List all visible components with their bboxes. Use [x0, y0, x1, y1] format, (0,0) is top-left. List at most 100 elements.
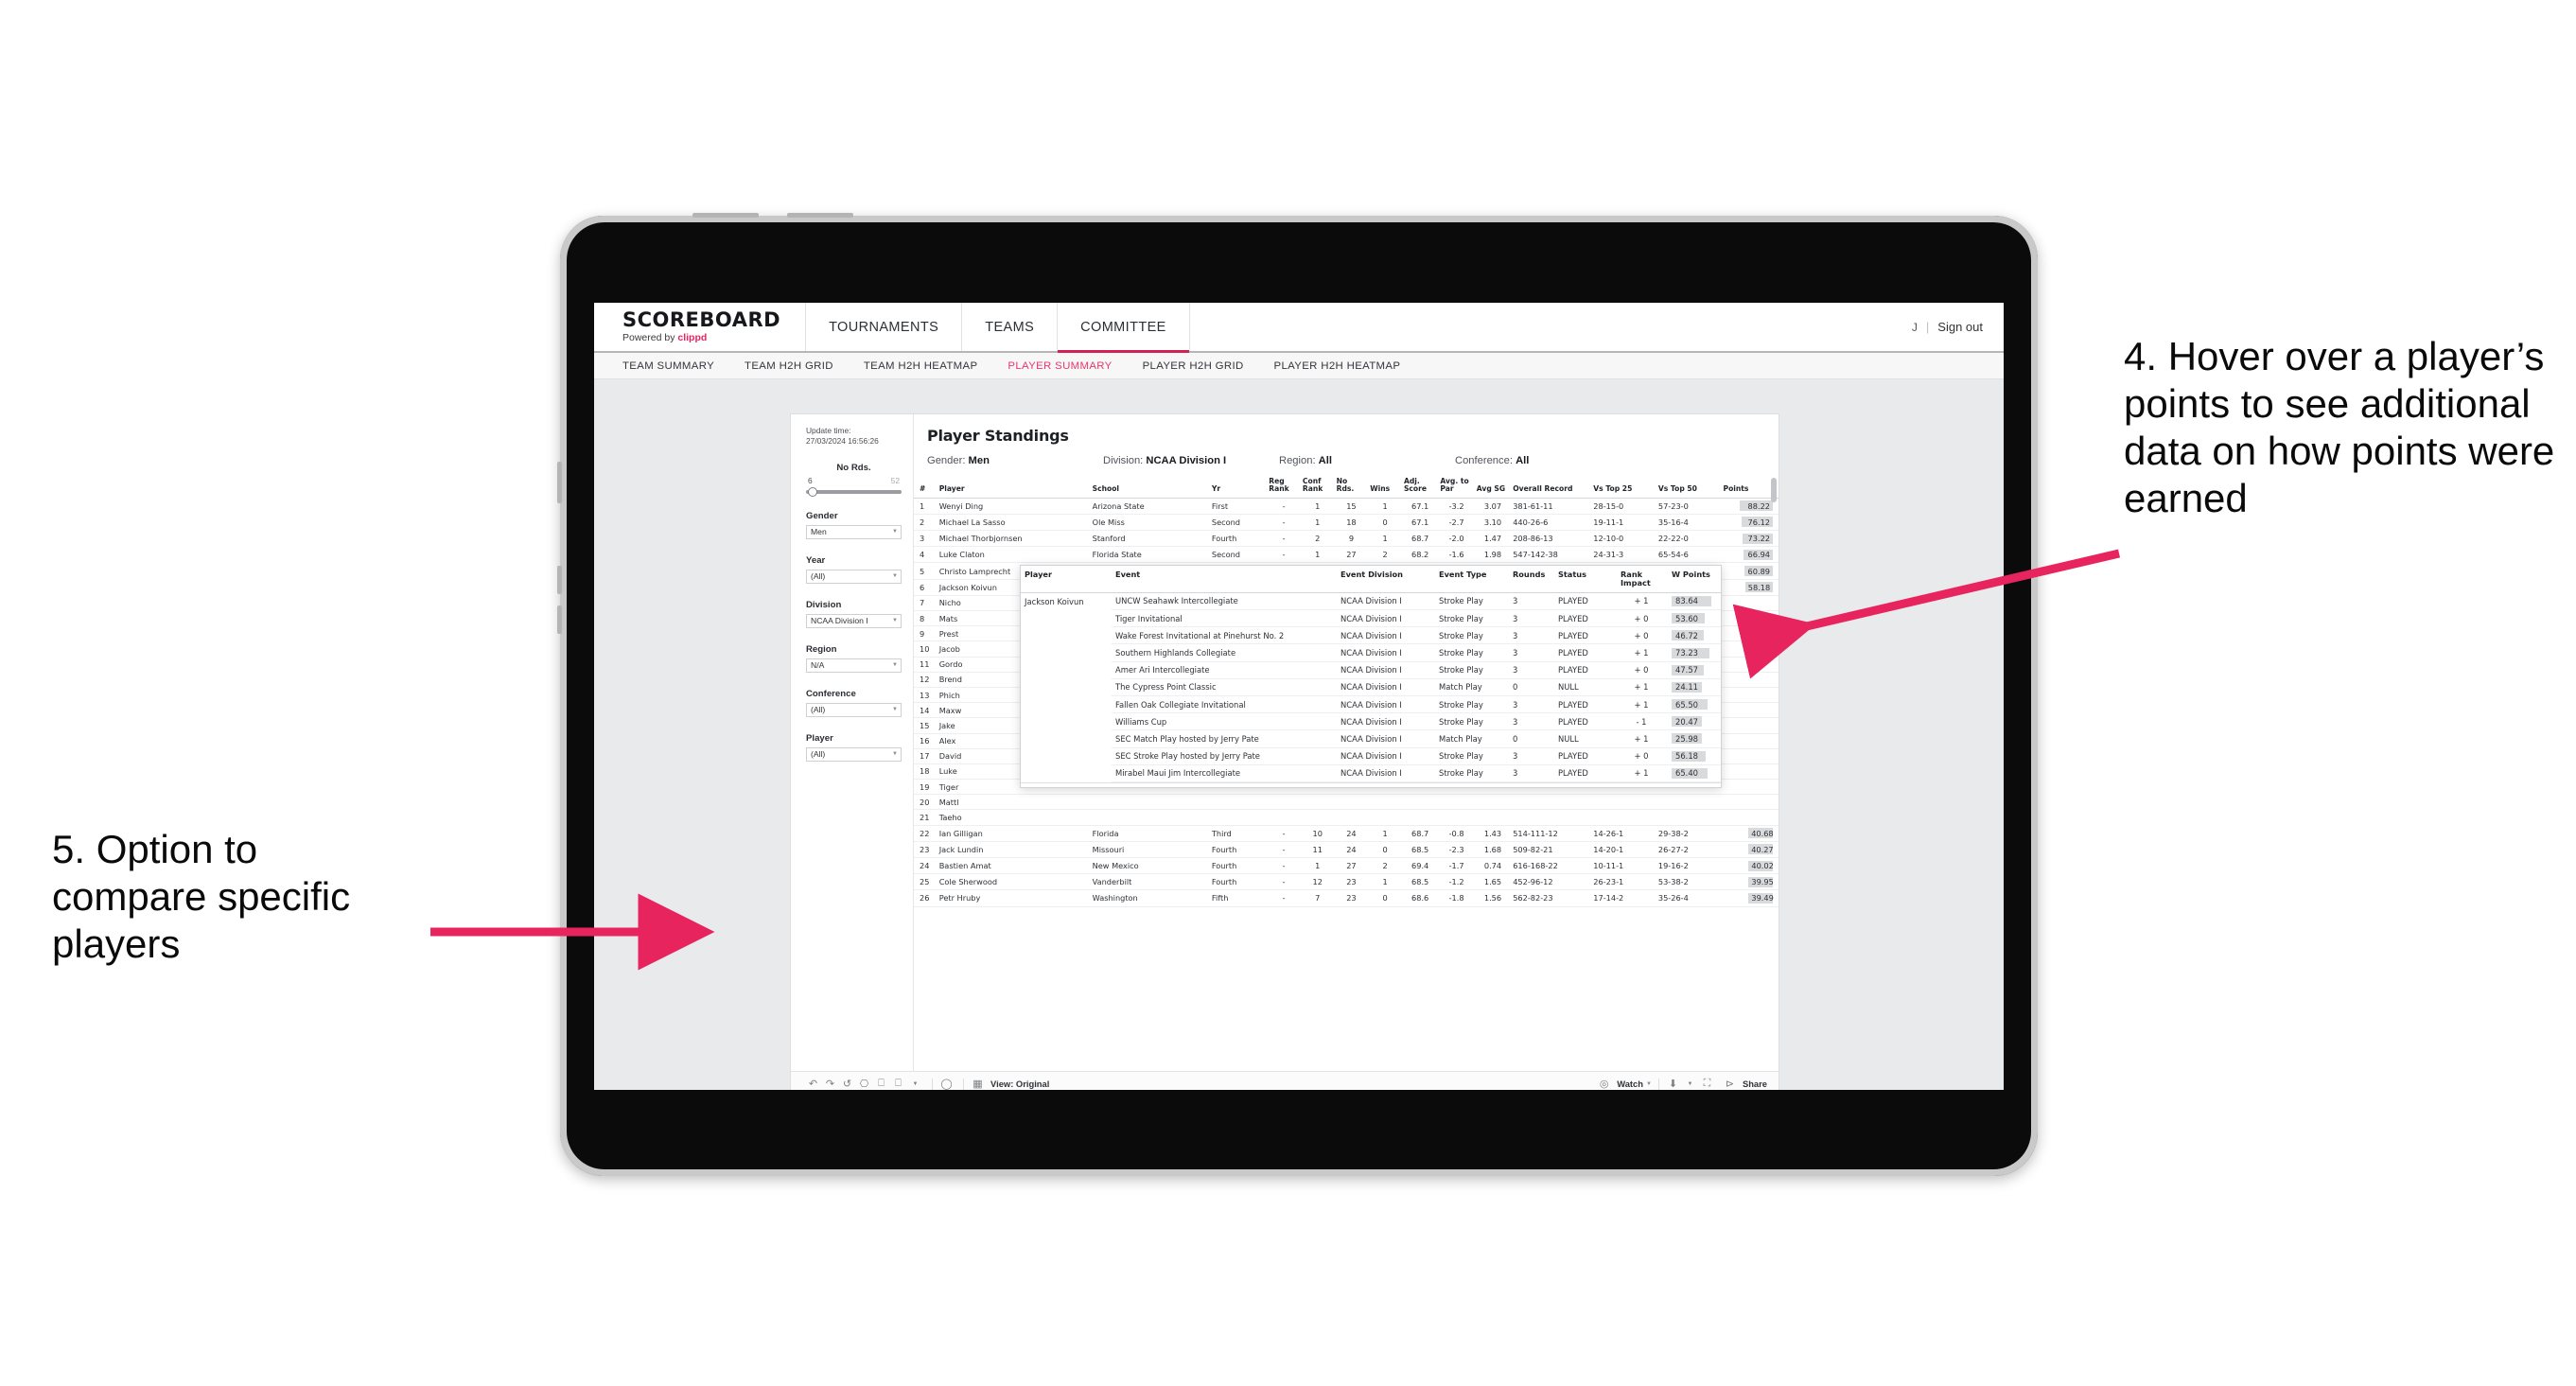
- points-chip[interactable]: 76.12: [1742, 517, 1773, 528]
- volume-up-button[interactable]: [557, 566, 562, 594]
- col-vs-top-50[interactable]: Vs Top 50: [1656, 476, 1722, 499]
- subnav-player-h2h-heatmap[interactable]: PLAYER H2H HEATMAP: [1274, 360, 1418, 372]
- col-avg-to-par[interactable]: Avg. to Par: [1438, 476, 1475, 499]
- cell-points[interactable]: 40.68: [1721, 825, 1779, 842]
- cell-points[interactable]: 76.12: [1721, 514, 1779, 532]
- no-rounds-slider-track[interactable]: [806, 486, 902, 497]
- sign-out-link[interactable]: Sign out: [1937, 320, 1983, 334]
- help-icon[interactable]: ◯: [939, 1078, 954, 1090]
- subnav-player-h2h-grid[interactable]: PLAYER H2H GRID: [1143, 360, 1261, 372]
- col-reg-rank[interactable]: Reg Rank: [1267, 476, 1301, 499]
- points-chip[interactable]: 40.02: [1748, 860, 1774, 871]
- nav-teams[interactable]: TEAMS: [962, 303, 1059, 351]
- share-button[interactable]: ⊳ Share: [1723, 1078, 1767, 1090]
- cell-points[interactable]: [1721, 687, 1779, 704]
- cell-points[interactable]: [1721, 657, 1779, 673]
- cell-n: 23: [914, 841, 938, 859]
- cell-points[interactable]: 39.49: [1721, 889, 1779, 907]
- table-row[interactable]: 22 Ian Gilligan Florida Third -10 24 1 68.7 -0.8…: [914, 825, 1779, 842]
- refresh-icon[interactable]: ⎔: [857, 1078, 871, 1090]
- nav-committee[interactable]: COMMITTEE: [1058, 303, 1190, 353]
- table-row[interactable]: 2 Michael La Sasso Ole Miss Second -1 18 0 67.1…: [914, 514, 1779, 532]
- cell-points[interactable]: [1721, 672, 1779, 688]
- cell-points[interactable]: [1721, 733, 1779, 749]
- vertical-scrollbar[interactable]: [1771, 478, 1777, 502]
- filter-player-select[interactable]: (All) ▼: [806, 746, 902, 762]
- tt-cell-division: NCAA Division I: [1337, 678, 1435, 696]
- subnav-player-summary[interactable]: PLAYER SUMMARY: [1008, 360, 1129, 372]
- download-icon[interactable]: ⬇: [1666, 1078, 1680, 1090]
- filter-year-select[interactable]: (All) ▼: [806, 569, 902, 584]
- col-points[interactable]: Points: [1721, 476, 1779, 499]
- points-chip[interactable]: 40.27: [1748, 844, 1774, 855]
- points-chip[interactable]: 40.68: [1748, 828, 1774, 839]
- undo-icon[interactable]: ↶: [806, 1078, 820, 1090]
- cell-points[interactable]: [1721, 794, 1779, 811]
- filter-region-select[interactable]: N/A ▼: [806, 658, 902, 673]
- col-yr[interactable]: Yr: [1209, 476, 1268, 499]
- chevron-down-icon[interactable]: ▼: [1683, 1078, 1697, 1091]
- col-vs-top-25[interactable]: Vs Top 25: [1591, 476, 1656, 499]
- filter-conference-select[interactable]: (All) ▼: [806, 702, 902, 717]
- tt-cell-player: [1021, 644, 1112, 661]
- cell-rec: [1511, 809, 1592, 826]
- cell-points[interactable]: 40.02: [1721, 857, 1779, 875]
- points-chip[interactable]: 39.95: [1748, 876, 1774, 887]
- cell-rec: 514-111-12: [1511, 825, 1592, 842]
- dropdown-caret-icon[interactable]: ▼: [908, 1078, 922, 1091]
- table-row[interactable]: 3 Michael Thorbjornsen Stanford Fourth -2 9 1 6…: [914, 530, 1779, 548]
- col-school[interactable]: School: [1090, 476, 1210, 499]
- fullscreen-icon[interactable]: ⛶: [1700, 1078, 1714, 1091]
- filter-year-value: (All): [811, 571, 826, 582]
- brand-logo[interactable]: SCOREBOARD Powered by clippd: [594, 303, 807, 351]
- table-row[interactable]: 21 Taeho: [914, 809, 1779, 826]
- cell-points[interactable]: [1721, 763, 1779, 781]
- col-overall-record[interactable]: Overall Record: [1511, 476, 1592, 499]
- table-row[interactable]: 23 Jack Lundin Missouri Fourth -11 24 0 68.5 -2.…: [914, 841, 1779, 859]
- filter-gender-select[interactable]: Men ▼: [806, 524, 902, 539]
- col-wins[interactable]: Wins: [1368, 476, 1402, 499]
- no-rounds-slider-handle[interactable]: [808, 486, 817, 497]
- revert-icon[interactable]: ↺: [840, 1078, 854, 1090]
- subnav-team-h2h-grid[interactable]: TEAM H2H GRID: [745, 360, 850, 372]
- points-chip[interactable]: 39.49: [1748, 892, 1774, 904]
- cell-n: 11: [914, 657, 938, 673]
- points-chip[interactable]: 73.22: [1742, 533, 1773, 544]
- cell-points[interactable]: [1721, 779, 1779, 796]
- cell-points[interactable]: [1721, 702, 1779, 719]
- col-no-rds[interactable]: No Rds.: [1334, 476, 1369, 499]
- pause-icon[interactable]: ⎕: [874, 1078, 888, 1091]
- cell-points[interactable]: [1721, 748, 1779, 764]
- table-row[interactable]: 24 Bastien Amat New Mexico Fourth -1 27 2 69.4-…: [914, 857, 1779, 875]
- table-row[interactable]: 4 Luke Claton Florida State Second -1 27 2 68.2…: [914, 546, 1779, 564]
- table-row[interactable]: 26 Petr Hruby Washington Fifth -7 23 0 68.6 -1.8…: [914, 889, 1779, 907]
- redo-icon[interactable]: ↷: [823, 1078, 837, 1090]
- view-original-button[interactable]: ▦ View: Original: [971, 1078, 1049, 1090]
- cell-points[interactable]: 39.95: [1721, 873, 1779, 891]
- volume-down-button[interactable]: [557, 605, 562, 634]
- table-row[interactable]: 1 Wenyi Ding Arizona State First -1 15 1 67.1 -3…: [914, 498, 1779, 515]
- col-avg-sg[interactable]: Avg SG: [1474, 476, 1512, 499]
- cell-conf: 11: [1300, 841, 1335, 859]
- points-chip[interactable]: 88.22: [1740, 500, 1773, 512]
- table-row[interactable]: 25 Cole Sherwood Vanderbilt Fourth -12 23 1 68.…: [914, 873, 1779, 891]
- watch-button[interactable]: ◎ Watch ▼: [1597, 1078, 1652, 1090]
- top-antenna-band: [692, 213, 759, 218]
- cell-points[interactable]: [1721, 717, 1779, 734]
- filter-division-select[interactable]: NCAA Division I ▼: [806, 613, 902, 628]
- col-rank[interactable]: #: [914, 476, 938, 499]
- col-player[interactable]: Player: [937, 476, 1091, 499]
- col-adj-score[interactable]: Adj. Score: [1401, 476, 1439, 499]
- subnav-team-summary[interactable]: TEAM SUMMARY: [622, 360, 731, 372]
- cell-points[interactable]: 73.22: [1721, 530, 1779, 548]
- cell-points[interactable]: 40.27: [1721, 841, 1779, 859]
- table-row[interactable]: 20 Mattl: [914, 794, 1779, 811]
- subnav-team-h2h-heatmap[interactable]: TEAM H2H HEATMAP: [864, 360, 995, 372]
- power-button[interactable]: [557, 462, 562, 503]
- col-conf-rank[interactable]: Conf Rank: [1300, 476, 1335, 499]
- cell-points[interactable]: [1721, 809, 1779, 826]
- toolbar-divider-3: [1657, 1078, 1659, 1090]
- cell-points[interactable]: 88.22: [1721, 498, 1779, 515]
- zoom-icon[interactable]: ⎕: [891, 1078, 905, 1091]
- nav-tournaments[interactable]: TOURNAMENTS: [806, 303, 963, 351]
